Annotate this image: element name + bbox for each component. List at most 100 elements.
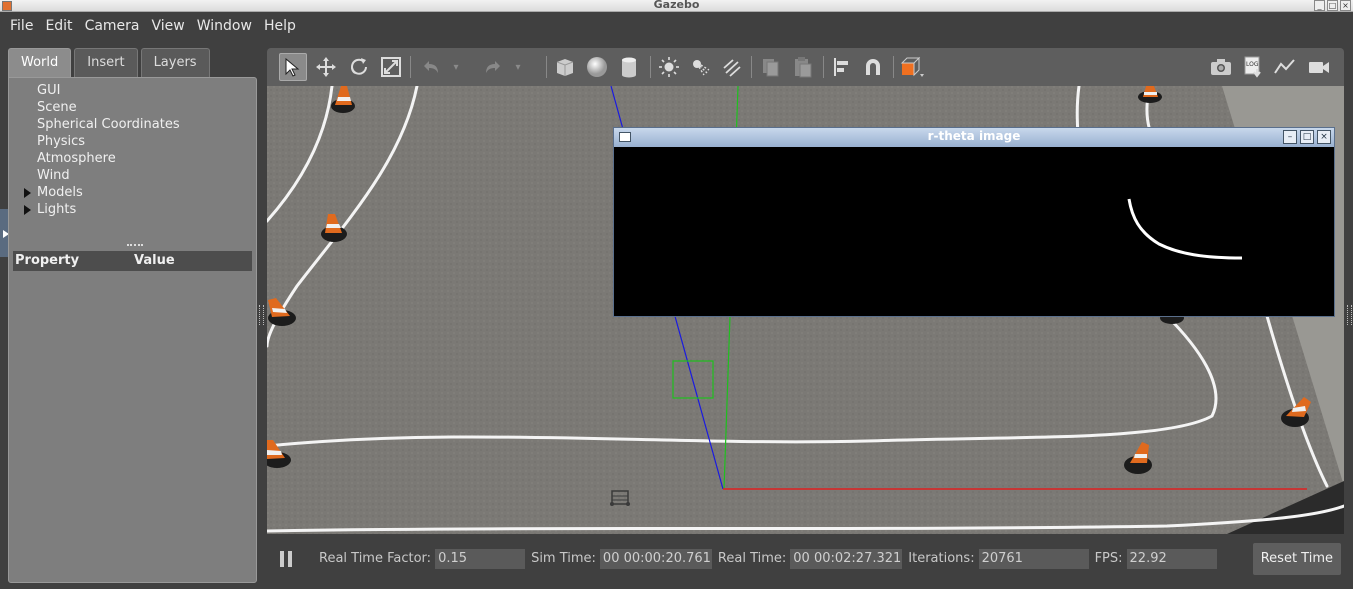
fps-value: 22.92 xyxy=(1126,548,1217,569)
reset-time-button[interactable]: Reset Time xyxy=(1252,542,1341,575)
magnet-icon xyxy=(866,59,880,75)
rotate-tool-button[interactable] xyxy=(345,53,373,81)
log-label: LOG xyxy=(1246,61,1259,68)
menu-edit[interactable]: Edit xyxy=(39,18,78,34)
expand-triangle-icon[interactable] xyxy=(24,188,31,198)
property-column-header: Property xyxy=(15,253,80,268)
log-button[interactable]: LOG xyxy=(1239,53,1267,81)
rotate-icon xyxy=(351,58,367,75)
undo-button[interactable] xyxy=(417,53,445,81)
directional-light-button[interactable] xyxy=(718,53,746,81)
cylinder-shape-button[interactable] xyxy=(615,53,643,81)
iterations-value: 20761 xyxy=(978,548,1089,569)
view-angle-button[interactable] xyxy=(898,53,926,81)
undo-dropdown[interactable]: ▾ xyxy=(449,53,463,81)
chevron-down-icon: ▾ xyxy=(515,61,521,73)
popup-title-bar[interactable]: r-theta image – □ × xyxy=(614,128,1334,147)
property-table-header: Property Value xyxy=(13,251,252,271)
left-splitter-handle[interactable] xyxy=(259,305,264,325)
sim-time-label: Sim Time: xyxy=(531,551,596,566)
paste-button[interactable] xyxy=(788,53,816,81)
translate-tool-button[interactable] xyxy=(312,53,340,81)
spotlight-icon xyxy=(693,60,710,76)
snap-button[interactable] xyxy=(859,53,887,81)
view-angle-icon xyxy=(900,56,924,77)
real-time-value: 00 00:02:27.321 xyxy=(790,548,903,569)
tree-item-label: GUI xyxy=(37,83,61,98)
redo-dropdown[interactable]: ▾ xyxy=(511,53,525,81)
plot-button[interactable] xyxy=(1271,53,1299,81)
tree-item-wind[interactable]: Wind xyxy=(9,167,180,184)
sphere-shape-button[interactable] xyxy=(583,53,611,81)
menu-camera[interactable]: Camera xyxy=(79,18,146,34)
popup-title: r-theta image xyxy=(927,129,1021,143)
move-arrows-icon xyxy=(316,57,336,77)
splitter-handle[interactable] xyxy=(127,244,143,250)
tree-item-label: Physics xyxy=(37,134,86,149)
toolbar: ▾ ▾ LOG xyxy=(267,48,1344,86)
tree-item-physics[interactable]: Physics xyxy=(9,133,180,150)
tab-layers[interactable]: Layers xyxy=(140,48,210,77)
toolbar-separator xyxy=(893,56,894,78)
video-button[interactable] xyxy=(1305,53,1333,81)
tree-item-label: Spherical Coordinates xyxy=(37,117,180,132)
menu-window[interactable]: Window xyxy=(191,18,258,34)
fps-label: FPS: xyxy=(1094,551,1123,566)
right-splitter-handle[interactable] xyxy=(1347,305,1352,325)
tree-item-lights[interactable]: Lights xyxy=(9,201,180,218)
scale-tool-button[interactable] xyxy=(377,53,405,81)
redo-button[interactable] xyxy=(479,53,507,81)
spot-light-button[interactable] xyxy=(686,53,714,81)
plot-icon xyxy=(1274,59,1295,74)
real-time-factor-value: 0.15 xyxy=(435,548,526,569)
scale-icon xyxy=(381,57,401,77)
tree-item-atmosphere[interactable]: Atmosphere xyxy=(9,150,180,167)
copy-icon xyxy=(763,59,779,77)
left-panel: World Insert Layers GUI Scene Spherical … xyxy=(8,48,257,583)
tree-item-spherical-coordinates[interactable]: Spherical Coordinates xyxy=(9,116,180,133)
tree-item-gui[interactable]: GUI xyxy=(9,82,180,99)
maximize-icon[interactable]: □ xyxy=(1327,0,1338,11)
tree-item-models[interactable]: Models xyxy=(9,184,180,201)
sim-time-value: 00 00:00:20.761 xyxy=(599,548,712,569)
r-theta-image-window[interactable]: r-theta image – □ × xyxy=(613,127,1335,317)
close-icon[interactable]: × xyxy=(1340,0,1351,11)
point-light-button[interactable] xyxy=(655,53,683,81)
minimize-icon[interactable]: _ xyxy=(1314,0,1325,11)
minimize-icon[interactable]: – xyxy=(1283,130,1297,144)
screenshot-button[interactable] xyxy=(1207,53,1235,81)
align-button[interactable] xyxy=(828,53,856,81)
value-column-header: Value xyxy=(134,253,175,268)
tree-item-label: Atmosphere xyxy=(37,151,116,166)
menu-file[interactable]: File xyxy=(4,18,39,34)
chevron-down-icon: ▾ xyxy=(453,61,459,73)
box-shape-button[interactable] xyxy=(551,53,579,81)
iterations-label: Iterations: xyxy=(908,551,975,566)
align-icon xyxy=(834,58,848,76)
popup-window-controls: – □ × xyxy=(1283,130,1331,144)
cylinder-icon xyxy=(622,57,636,78)
tab-world[interactable]: World xyxy=(8,48,72,77)
left-panel-tabs: World Insert Layers xyxy=(8,48,210,77)
tree-item-label: Scene xyxy=(37,100,77,115)
select-tool-button[interactable] xyxy=(279,53,307,81)
expand-triangle-icon[interactable] xyxy=(24,205,31,215)
copy-button[interactable] xyxy=(756,53,784,81)
maximize-icon[interactable]: □ xyxy=(1300,130,1314,144)
world-tree: GUI Scene Spherical Coordinates Physics … xyxy=(9,82,180,218)
pause-icon[interactable] xyxy=(279,550,293,567)
tree-item-label: Lights xyxy=(37,202,77,217)
bottom-status-bar: Real Time Factor: 0.15 Sim Time: 00 00:0… xyxy=(267,534,1344,583)
menu-help[interactable]: Help xyxy=(258,18,302,34)
menu-view[interactable]: View xyxy=(146,18,191,34)
tab-insert[interactable]: Insert xyxy=(74,48,138,77)
tree-item-scene[interactable]: Scene xyxy=(9,99,180,116)
camera-icon xyxy=(1211,59,1231,75)
sun-icon xyxy=(659,57,679,77)
undo-icon xyxy=(424,61,438,73)
close-icon[interactable]: × xyxy=(1317,130,1331,144)
paste-icon xyxy=(795,57,812,78)
sphere-icon xyxy=(587,57,607,77)
world-tree-panel: GUI Scene Spherical Coordinates Physics … xyxy=(8,77,257,583)
arrow-pointer-icon xyxy=(285,57,300,77)
